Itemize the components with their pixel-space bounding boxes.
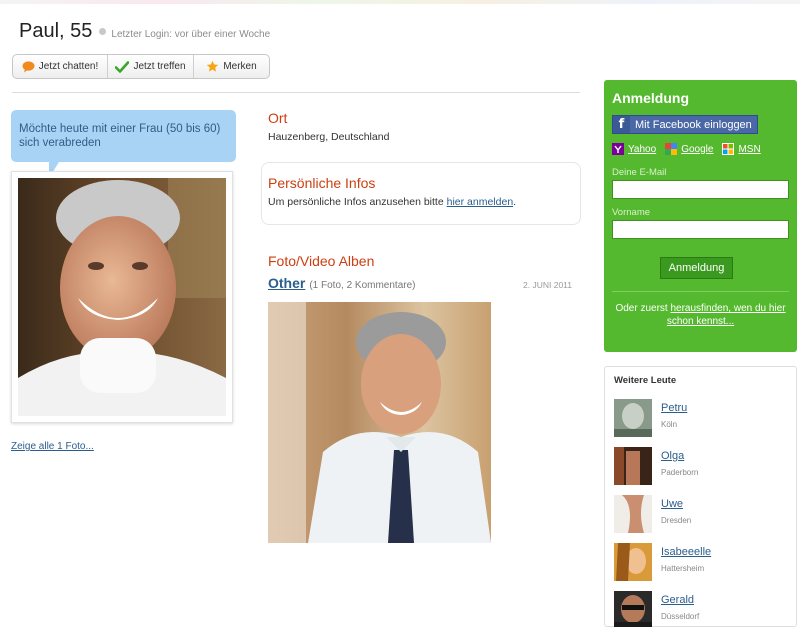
chat-now-label: Jetzt chatten!: [38, 61, 99, 72]
location-section: Ort Hauzenberg, Deutschland: [268, 110, 389, 143]
find-friends-link[interactable]: herausfinden, wen du hier schon kennst..…: [667, 303, 786, 327]
msn-login-link[interactable]: MSN: [722, 143, 761, 155]
person-item[interactable]: Uwe Dresden: [614, 495, 787, 533]
yahoo-login-link[interactable]: Yahoo: [612, 143, 656, 155]
header-divider: [12, 92, 580, 93]
chat-now-button[interactable]: Jetzt chatten!: [13, 55, 108, 78]
albums-section: Foto/Video Alben Other (1 Foto, 2 Kommen…: [268, 253, 572, 291]
person-city: Paderborn: [661, 468, 699, 477]
msn-icon: [722, 143, 735, 155]
profile-photo[interactable]: [11, 171, 233, 423]
online-status-dot: [99, 28, 107, 35]
msn-label: MSN: [738, 143, 761, 155]
login-panel: Anmeldung f Mit Facebook einloggen Yahoo…: [604, 80, 797, 352]
person-avatar: [614, 447, 652, 485]
person-name: Uwe: [661, 498, 684, 510]
person-name: Petru: [661, 402, 688, 414]
meet-now-label: Jetzt treffen: [133, 61, 186, 72]
last-login-text: Letzter Login: vor über einer Woche: [111, 29, 271, 40]
person-city: Hattersheim: [661, 564, 705, 573]
profile-header: Paul, 55 Letzter Login: vor über einer W…: [19, 20, 270, 43]
top-stripe: [0, 0, 800, 4]
google-label: Google: [681, 143, 714, 155]
login-here-link[interactable]: hier anmelden: [447, 196, 514, 208]
login-divider: [612, 291, 789, 292]
facebook-icon: f: [613, 116, 630, 133]
personal-info-text: Um persönliche Infos anzusehen bitte hie…: [268, 196, 580, 208]
facebook-login-label: Mit Facebook einloggen: [635, 118, 752, 131]
bookmark-button[interactable]: Merken: [194, 55, 269, 78]
person-name: Olga: [661, 450, 685, 462]
personal-info-title: Persönliche Infos: [268, 175, 376, 191]
personal-info-suffix: .: [513, 196, 517, 208]
login-providers: Yahoo Google MSN: [612, 143, 789, 155]
action-bar: Jetzt chatten! Jetzt treffen Merken: [12, 54, 270, 79]
album-meta: (1 Foto, 2 Kommentare): [309, 280, 416, 291]
personal-info-box: Persönliche Infos Um persönliche Infos a…: [261, 162, 581, 225]
profile-photo-image: [18, 178, 226, 416]
login-title: Anmeldung: [612, 90, 689, 106]
login-submit-button[interactable]: Anmeldung: [660, 257, 733, 279]
person-name: Gerald: [661, 594, 695, 606]
person-item[interactable]: Isabeeelle Hattersheim: [614, 543, 787, 581]
album-date: 2. JUNI 2011: [523, 280, 572, 290]
personal-info-prefix: Um persönliche Infos anzusehen bitte: [268, 196, 447, 208]
album-photo-image: [268, 302, 491, 543]
checkmark-icon: [115, 60, 130, 73]
location-value: Hauzenberg, Deutschland: [268, 131, 390, 143]
status-text: Möchte heute mit einer Frau (50 bis 60) …: [19, 123, 221, 149]
person-item[interactable]: Petru Köln: [614, 399, 787, 437]
person-item[interactable]: Olga Paderborn: [614, 447, 787, 485]
more-people-panel: Weitere Leute Petru Köln Olga Paderborn Uw…: [604, 366, 797, 627]
star-icon: [207, 60, 219, 72]
person-city: Düsseldorf: [661, 612, 700, 621]
person-avatar: [614, 591, 652, 627]
person-name: Isabeeelle: [661, 546, 712, 558]
location-title: Ort: [268, 110, 288, 126]
firstname-label: Vorname: [612, 207, 651, 218]
login-footer-prefix: Oder zuerst: [615, 303, 671, 314]
email-label: Deine E-Mail: [612, 167, 667, 178]
chat-bubble-icon: [22, 60, 35, 72]
yahoo-label: Yahoo: [628, 143, 657, 155]
album-photo[interactable]: [268, 302, 491, 543]
person-avatar: [614, 495, 652, 533]
bookmark-label: Merken: [223, 61, 257, 72]
yahoo-icon: [612, 143, 624, 155]
google-login-link[interactable]: Google: [665, 143, 713, 155]
email-field[interactable]: [612, 180, 789, 199]
person-city: Köln: [661, 420, 678, 429]
person-avatar: [614, 399, 652, 437]
album-name-link[interactable]: Other: [268, 275, 305, 291]
show-all-photos-link[interactable]: Zeige alle 1 Foto...: [11, 441, 94, 452]
login-footer: Oder zuerst herausfinden, wen du hier sc…: [612, 302, 789, 328]
facebook-login-button[interactable]: f Mit Facebook einloggen: [612, 115, 758, 134]
album-row: Other (1 Foto, 2 Kommentare) 2. JUNI 201…: [268, 275, 572, 291]
google-icon: [665, 143, 678, 155]
status-speech-bubble: Möchte heute mit einer Frau (50 bis 60) …: [11, 110, 236, 178]
albums-title: Foto/Video Alben: [268, 253, 375, 269]
meet-now-button[interactable]: Jetzt treffen: [108, 55, 194, 78]
firstname-field[interactable]: [612, 220, 789, 239]
person-avatar: [614, 543, 652, 581]
profile-name: Paul, 55: [19, 20, 93, 42]
person-city: Dresden: [661, 516, 692, 525]
person-item[interactable]: Gerald Düsseldorf: [614, 591, 787, 627]
more-people-title: Weitere Leute: [614, 375, 677, 386]
